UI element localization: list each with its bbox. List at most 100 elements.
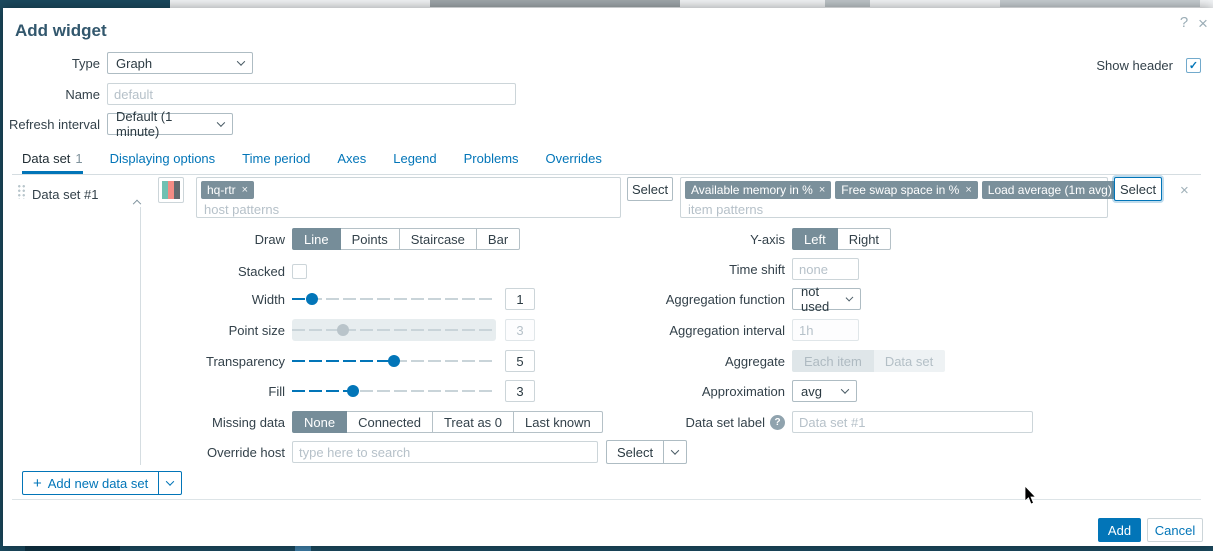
- width-slider[interactable]: [292, 288, 496, 310]
- tab-axes[interactable]: Axes: [337, 147, 366, 174]
- time-shift-label: Time shift: [563, 262, 785, 277]
- transparency-label: Transparency: [12, 354, 285, 369]
- fill-label: Fill: [12, 384, 285, 399]
- draw-label: Draw: [12, 232, 285, 247]
- missing-data-option-treat-as-0[interactable]: Treat as 0: [433, 411, 514, 433]
- add-button[interactable]: Add: [1098, 518, 1141, 542]
- tab-data-set-count: 1: [75, 151, 82, 166]
- add-widget-dialog: Add widget ? × Type Graph Name Refresh i…: [3, 8, 1213, 546]
- aggregation-interval-input: [792, 319, 859, 341]
- override-host-input[interactable]: [292, 441, 598, 463]
- tab-problems[interactable]: Problems: [464, 147, 519, 174]
- draw-option-points[interactable]: Points: [341, 228, 400, 250]
- override-host-select-button[interactable]: Select: [606, 440, 664, 464]
- item-patterns-multiselect[interactable]: Available memory in %× Free swap space i…: [680, 177, 1108, 218]
- data-set-label-input[interactable]: [792, 411, 1033, 433]
- add-new-data-set-split: + Add new data set: [22, 471, 182, 495]
- background-bottom-fragment: [25, 546, 120, 551]
- type-label: Type: [3, 56, 100, 71]
- y-axis-option-right[interactable]: Right: [838, 228, 891, 250]
- host-patterns-multiselect[interactable]: hq-rtr× host patterns: [196, 177, 621, 218]
- transparency-input[interactable]: [505, 350, 535, 372]
- item-patterns-placeholder: item patterns: [688, 202, 1103, 217]
- drag-handle[interactable]: [17, 184, 26, 199]
- chevron-down-icon: [671, 446, 679, 454]
- approximation-select[interactable]: avg: [792, 380, 857, 402]
- add-new-data-set-dropdown[interactable]: [159, 471, 182, 495]
- name-label: Name: [3, 87, 100, 102]
- tab-legend[interactable]: Legend: [393, 147, 436, 174]
- dataset-title: Data set #1: [32, 187, 99, 202]
- aggregate-option-data-set: Data set: [874, 350, 945, 372]
- background-text-fragment: [825, 0, 870, 7]
- mouse-cursor: [1024, 486, 1038, 506]
- draw-option-bar[interactable]: Bar: [477, 228, 520, 250]
- draw-segmented: Line Points Staircase Bar: [292, 228, 520, 250]
- y-axis-label: Y-axis: [563, 232, 785, 247]
- help-icon[interactable]: ?: [1176, 14, 1192, 31]
- type-select-value: Graph: [116, 56, 152, 71]
- tab-data-set[interactable]: Data set1: [22, 147, 83, 174]
- refresh-interval-value: Default (1 minute): [116, 109, 210, 139]
- cancel-button[interactable]: Cancel: [1147, 518, 1203, 542]
- aggregate-label: Aggregate: [563, 354, 785, 369]
- transparency-slider-handle[interactable]: [388, 355, 400, 367]
- missing-data-option-connected[interactable]: Connected: [347, 411, 433, 433]
- aggregation-interval-label: Aggregation interval: [563, 323, 785, 338]
- item-select-button[interactable]: Select: [1114, 177, 1162, 201]
- close-icon[interactable]: ×: [1195, 14, 1211, 34]
- stacked-checkbox[interactable]: [292, 264, 307, 279]
- background-text-fragment: [1000, 0, 1200, 7]
- override-host-select-dropdown[interactable]: [664, 440, 687, 464]
- y-axis-option-left[interactable]: Left: [792, 228, 838, 250]
- tab-time-period[interactable]: Time period: [242, 147, 310, 174]
- width-input[interactable]: [505, 288, 535, 310]
- content-bottom-divider: [12, 499, 1201, 500]
- draw-option-line[interactable]: Line: [292, 228, 341, 250]
- approximation-label: Approximation: [563, 384, 785, 399]
- stacked-label: Stacked: [12, 264, 285, 279]
- data-set-label-label: Data set label ?: [563, 415, 785, 430]
- host-patterns-placeholder: host patterns: [204, 202, 616, 217]
- item-tag: Available memory in %×: [685, 181, 831, 199]
- aggregation-function-select[interactable]: not used: [792, 288, 861, 310]
- fill-slider[interactable]: [292, 380, 496, 402]
- background-sidebar-strip: [0, 0, 170, 8]
- host-tag: hq-rtr×: [201, 181, 254, 199]
- chevron-down-icon: [237, 57, 245, 65]
- dialog-tabs: Data set1 Displaying options Time period…: [12, 147, 1201, 175]
- width-label: Width: [12, 292, 285, 307]
- point-size-slider: [292, 319, 496, 341]
- time-shift-input[interactable]: [792, 258, 859, 280]
- override-host-select-split: Select: [606, 440, 687, 464]
- fill-slider-handle[interactable]: [347, 385, 359, 397]
- plus-icon: +: [33, 475, 42, 492]
- help-circle-icon[interactable]: ?: [770, 415, 785, 430]
- aggregate-segmented: Each item Data set: [792, 350, 945, 372]
- remove-dataset-icon[interactable]: ×: [1180, 183, 1189, 198]
- type-select[interactable]: Graph: [107, 52, 253, 74]
- draw-option-staircase[interactable]: Staircase: [400, 228, 477, 250]
- fill-input[interactable]: [505, 380, 535, 402]
- tab-displaying-options[interactable]: Displaying options: [110, 147, 216, 174]
- tag-remove-icon[interactable]: ×: [242, 184, 248, 196]
- background-bottom-fragment: [295, 546, 311, 551]
- aggregation-function-label: Aggregation function: [563, 292, 785, 307]
- missing-data-option-none[interactable]: None: [292, 411, 347, 433]
- show-header-label: Show header: [1096, 58, 1173, 73]
- point-size-label: Point size: [12, 323, 285, 338]
- transparency-slider[interactable]: [292, 350, 496, 372]
- refresh-interval-select[interactable]: Default (1 minute): [107, 113, 233, 135]
- color-palette-button[interactable]: [158, 177, 184, 203]
- refresh-interval-label: Refresh interval: [3, 117, 100, 132]
- width-slider-handle[interactable]: [306, 293, 318, 305]
- override-host-label: Override host: [12, 445, 285, 460]
- show-header-checkbox[interactable]: ✓: [1186, 58, 1201, 73]
- add-new-data-set-button[interactable]: + Add new data set: [22, 471, 159, 495]
- tag-remove-icon[interactable]: ×: [965, 184, 971, 196]
- host-select-button[interactable]: Select: [627, 177, 673, 201]
- tag-remove-icon[interactable]: ×: [819, 184, 825, 196]
- chevron-down-icon: [846, 294, 854, 302]
- name-input[interactable]: [107, 83, 516, 105]
- tab-overrides[interactable]: Overrides: [546, 147, 602, 174]
